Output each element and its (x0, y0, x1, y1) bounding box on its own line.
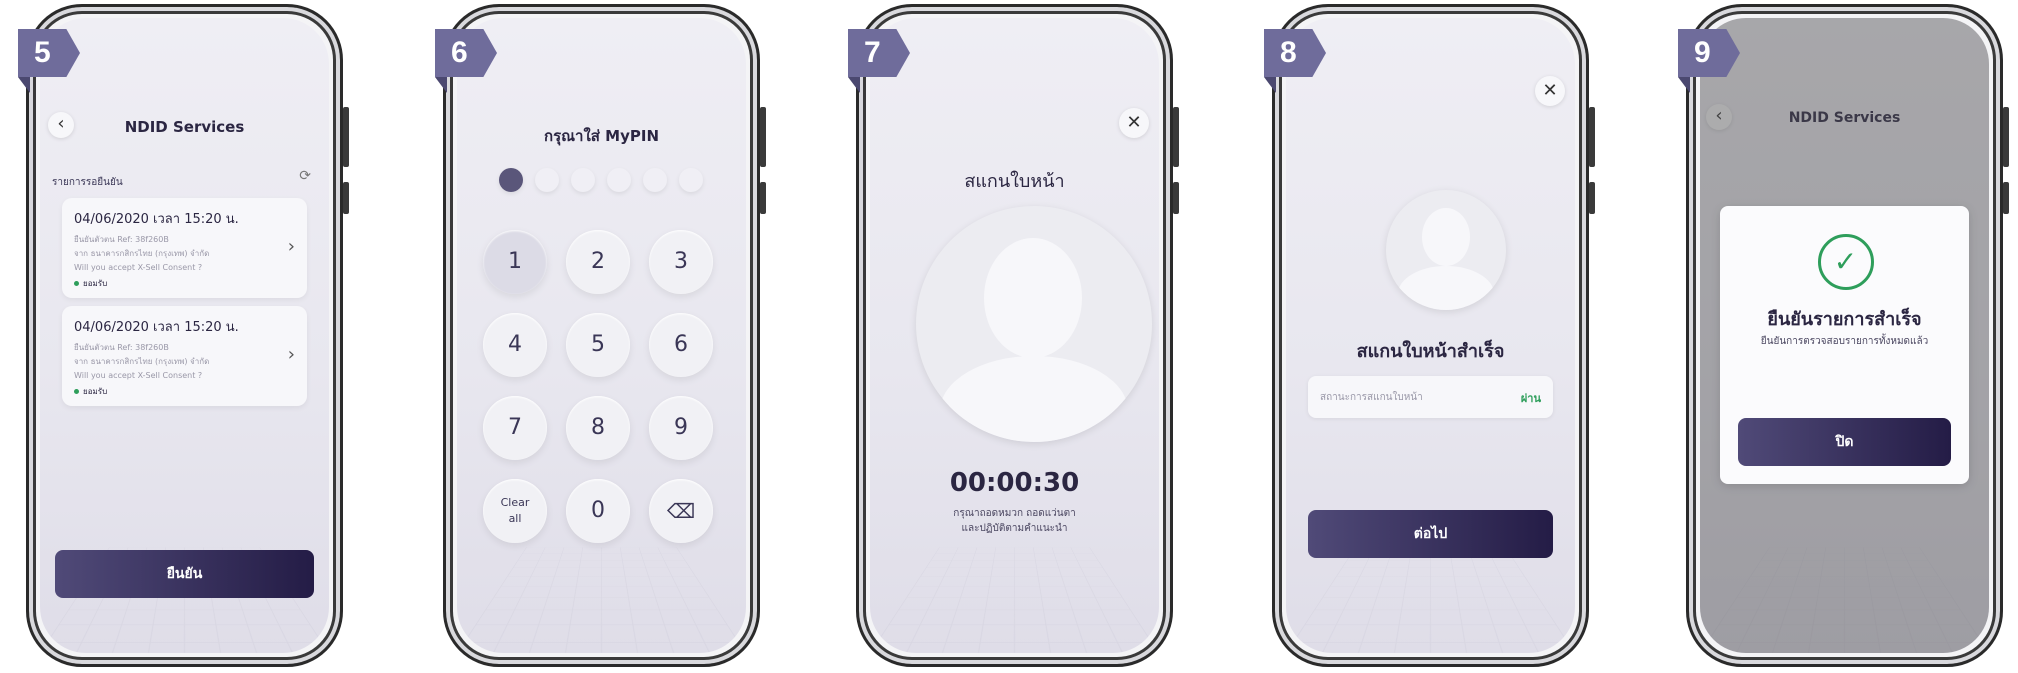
avatar (1386, 190, 1506, 310)
scan-status-value: ผ่าน (1520, 392, 1541, 405)
page-title: สแกนใบหน้า (964, 171, 1065, 192)
phone-step-5: ‹ NDID Services รายการรอยืนยัน ⟳ 04/06/2… (18, 4, 349, 667)
key-9[interactable]: 9 (649, 396, 713, 460)
pin-dot (607, 168, 631, 192)
pin-dot (643, 168, 667, 192)
pin-indicator (499, 168, 719, 198)
status-badge: ยอมรับ (74, 385, 295, 398)
screen-face-scan: ✕ สแกนใบหน้า 00:00:30 กรุณาถอดหมวก ถอดแว… (870, 18, 1159, 653)
pin-dot (535, 168, 559, 192)
key-4[interactable]: 4 (483, 313, 547, 377)
pin-dot (499, 168, 523, 192)
screen-pin-entry: กรุณาใส่ MyPIN 1 2 3 4 5 6 7 8 9 Clear a… (457, 18, 746, 653)
backspace-icon: ⌫ (666, 499, 696, 523)
screen-ndid-list: ‹ NDID Services รายการรอยืนยัน ⟳ 04/06/2… (40, 18, 329, 653)
check-circle-icon: ✓ (1817, 234, 1874, 290)
chevron-right-icon: › (287, 344, 295, 365)
key-0[interactable]: 0 (566, 479, 630, 543)
key-3[interactable]: 3 (649, 230, 713, 294)
key-5[interactable]: 5 (566, 313, 630, 377)
success-dialog: ✓ ยืนยันรายการสำเร็จ ยืนยันการตรวจสอบราย… (1720, 206, 1969, 484)
phone-step-8: ✕ สแกนใบหน้าสำเร็จ สถานะการสแกนใบหน้า ผ่… (1264, 4, 1595, 667)
section-label: รายการรอยืนยัน (52, 177, 123, 188)
close-button[interactable]: ปิด (1738, 418, 1951, 466)
key-8[interactable]: 8 (566, 396, 630, 460)
dialog-subtitle: ยืนยันการตรวจสอบรายการทั้งหมดแล้ว (1760, 336, 1929, 347)
scan-status-label: สถานะการสแกนใบหน้า (1320, 392, 1423, 403)
instruction-line-2: และปฏิบัติตามคำแนะนำ (961, 523, 1068, 534)
clear-all-button[interactable]: Clear all (483, 479, 547, 543)
countdown-timer: 00:00:30 (949, 468, 1080, 498)
phone-step-9: ‹ NDID Services ✓ ยืนยันรายการสำเร็จ ยืน… (1678, 4, 2009, 667)
confirm-button[interactable]: ยืนยัน (55, 550, 314, 598)
phone-step-6: กรุณาใส่ MyPIN 1 2 3 4 5 6 7 8 9 Clear a… (435, 4, 766, 667)
scan-status-row: สถานะการสแกนใบหน้า ผ่าน (1308, 376, 1553, 418)
key-1[interactable]: 1 (483, 230, 547, 294)
face-scan-frame (916, 206, 1152, 442)
page-title: กรุณาใส่ MyPIN (543, 127, 659, 145)
close-button[interactable]: ✕ (1119, 108, 1149, 138)
page-title: สแกนใบหน้าสำเร็จ (1356, 341, 1505, 362)
backspace-button[interactable]: ⌫ (649, 479, 713, 543)
instruction-line-1: กรุณาถอดหมวก ถอดแว่นตา (953, 508, 1076, 519)
refresh-icon[interactable]: ⟳ (299, 168, 311, 184)
page-title: NDID Services (124, 118, 245, 136)
pin-dot (679, 168, 703, 192)
close-button[interactable]: ✕ (1535, 76, 1565, 106)
pin-dot (571, 168, 595, 192)
list-item[interactable]: 04/06/2020 เวลา 15:20 น. ยืนยันตัวตน Ref… (62, 306, 307, 406)
key-2[interactable]: 2 (566, 230, 630, 294)
key-7[interactable]: 7 (483, 396, 547, 460)
chevron-right-icon: › (287, 236, 295, 257)
dialog-title: ยืนยันรายการสำเร็จ (1767, 309, 1922, 330)
phone-step-7: ✕ สแกนใบหน้า 00:00:30 กรุณาถอดหมวก ถอดแว… (848, 4, 1179, 667)
screen-scan-success: ✕ สแกนใบหน้าสำเร็จ สถานะการสแกนใบหน้า ผ่… (1286, 18, 1575, 653)
screen-confirm-success: ‹ NDID Services ✓ ยืนยันรายการสำเร็จ ยืน… (1700, 18, 1989, 653)
next-button[interactable]: ต่อไป (1308, 510, 1553, 558)
key-6[interactable]: 6 (649, 313, 713, 377)
status-badge: ยอมรับ (74, 277, 295, 290)
list-item[interactable]: 04/06/2020 เวลา 15:20 น. ยืนยันตัวตน Ref… (62, 198, 307, 298)
